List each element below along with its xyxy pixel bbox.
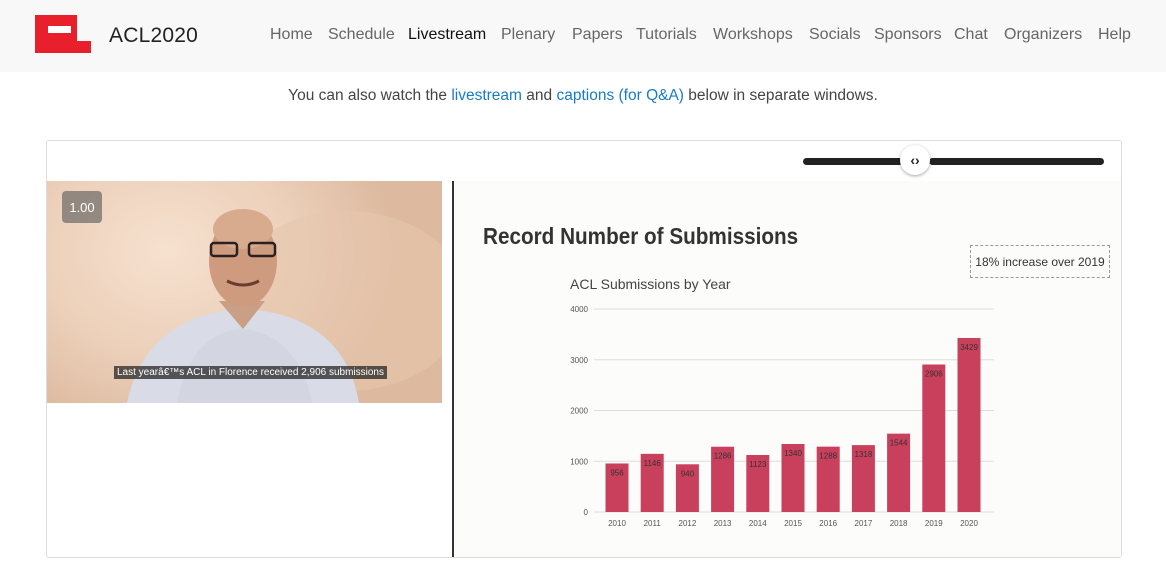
y-tick-label: 1000 — [570, 457, 588, 466]
stream-panel: ‹› 1.00 Last yearâ€™s ACL in Florence re… — [46, 140, 1122, 558]
speaker-video[interactable]: 1.00 Last yearâ€™s ACL in Florence recei… — [47, 181, 442, 403]
y-tick-label: 2000 — [570, 407, 588, 416]
nav-organizers[interactable]: Organizers — [1004, 26, 1082, 44]
bar — [922, 364, 946, 512]
navbar: ACL2020 Home Schedule Livestream Plenary… — [0, 0, 1166, 72]
brand-title[interactable]: ACL2020 — [109, 24, 198, 48]
bar-value-label: 2906 — [925, 370, 943, 379]
x-tick-label: 2018 — [890, 519, 908, 528]
info-prefix: You can also watch the — [288, 87, 448, 104]
nav-plenary[interactable]: Plenary — [501, 26, 555, 44]
submissions-chart: ACL Submissions by Year 0 1000 2000 3000 400… — [570, 276, 994, 528]
x-tick-label: 2010 — [608, 519, 626, 528]
y-tick-label: 4000 — [570, 305, 588, 314]
nav-help[interactable]: Help — [1098, 26, 1131, 44]
y-tick-label: 3000 — [570, 356, 588, 365]
bar-value-label: 1146 — [644, 459, 662, 468]
playback-speed-badge[interactable]: 1.00 — [62, 191, 102, 223]
bar-value-label: 1123 — [749, 460, 767, 469]
nav-workshops[interactable]: Workshops — [713, 26, 793, 44]
bar-value-label: 3429 — [960, 343, 978, 352]
x-tick-label: 2020 — [960, 519, 978, 528]
nav-sponsors[interactable]: Sponsors — [874, 26, 942, 44]
x-tick-label: 2011 — [644, 519, 662, 528]
livestream-link[interactable]: livestream — [451, 87, 522, 104]
info-middle: and — [526, 87, 553, 104]
info-text: You can also watch the livestream and ca… — [0, 87, 1166, 105]
split-slider-track-left[interactable] — [803, 158, 903, 165]
chart-title: ACL Submissions by Year — [570, 276, 731, 292]
video-caption: Last yearâ€™s ACL in Florence received 2… — [114, 366, 387, 379]
nav-socials[interactable]: Socials — [809, 26, 861, 44]
x-tick-label: 2014 — [749, 519, 767, 528]
split-slider-track-right[interactable] — [929, 158, 1104, 165]
bar — [957, 337, 981, 512]
presentation-slide: Record Number of Submissions 18% increas… — [454, 181, 1121, 557]
nav-schedule[interactable]: Schedule — [328, 26, 395, 44]
x-tick-label: 2015 — [784, 519, 802, 528]
x-tick-label: 2017 — [855, 519, 873, 528]
bar-value-label: 1288 — [819, 452, 837, 461]
bar-value-label: 1340 — [784, 449, 802, 458]
x-tick-label: 2012 — [679, 519, 697, 528]
x-tick-label: 2019 — [925, 519, 943, 528]
chevron-left-right-icon[interactable]: ‹› — [900, 145, 930, 175]
nav-tutorials[interactable]: Tutorials — [636, 26, 697, 44]
bar-value-label: 1318 — [855, 450, 873, 459]
nav-papers[interactable]: Papers — [572, 26, 623, 44]
info-suffix: below in separate windows. — [688, 87, 878, 104]
bar-value-label: 1544 — [890, 439, 908, 448]
x-tick-label: 2016 — [819, 519, 837, 528]
captions-link[interactable]: captions (for Q&A) — [556, 87, 684, 104]
nav-home[interactable]: Home — [270, 26, 313, 44]
bar-value-label: 940 — [681, 469, 695, 478]
x-tick-label: 2013 — [714, 519, 732, 528]
nav-chat[interactable]: Chat — [954, 26, 988, 44]
bar-value-label: 1286 — [714, 452, 732, 461]
y-tick-label: 0 — [584, 508, 589, 517]
acl-logo-icon[interactable] — [35, 15, 91, 53]
nav-livestream[interactable]: Livestream — [408, 26, 486, 44]
bar-value-label: 956 — [610, 468, 624, 477]
